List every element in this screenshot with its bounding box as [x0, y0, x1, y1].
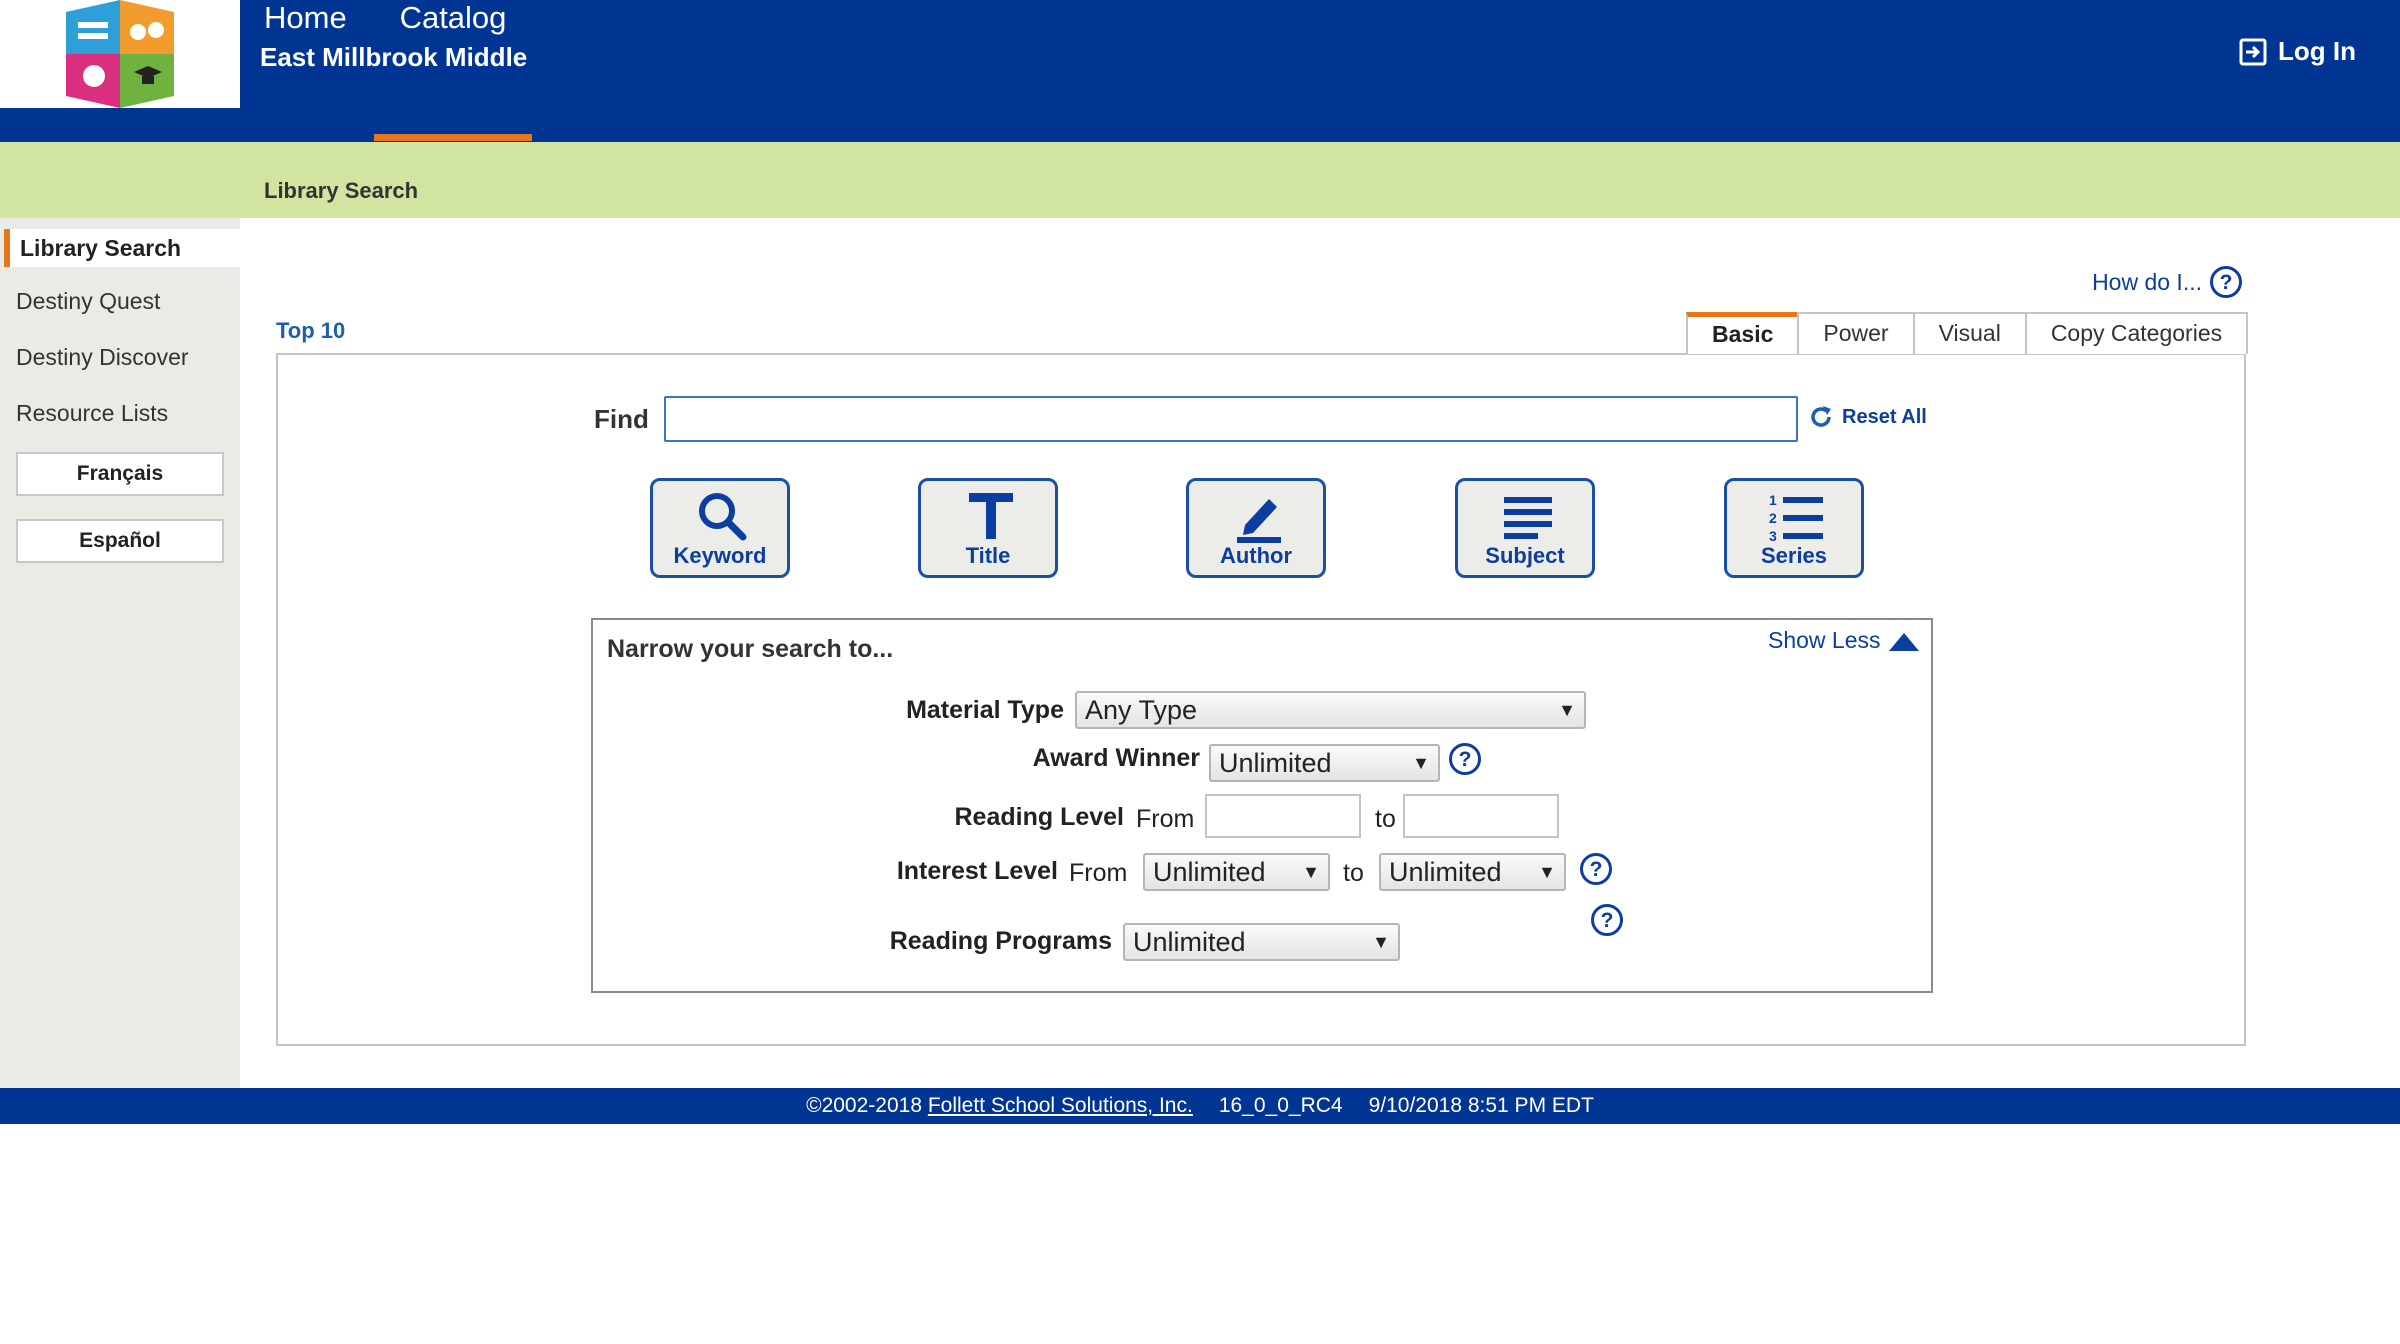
pencil-icon: [1237, 499, 1281, 543]
keyword-label: Keyword: [673, 543, 767, 568]
svg-text:3: 3: [1769, 528, 1777, 544]
narrow-title: Narrow your search to...: [607, 635, 894, 663]
login-label: Log In: [2278, 36, 2356, 66]
material-type-select[interactable]: Any Type ▼: [1075, 691, 1586, 729]
sidebar-item-destiny-quest[interactable]: Destiny Quest: [16, 288, 160, 315]
timestamp-text: 9/10/2018 8:51 PM EDT: [1368, 1094, 1594, 1117]
school-name: East Millbrook Middle: [260, 42, 528, 72]
tab-basic[interactable]: Basic: [1686, 312, 1800, 354]
interest-level-from-select[interactable]: Unlimited ▼: [1143, 853, 1330, 891]
french-button[interactable]: Français: [16, 452, 224, 496]
login-icon: [2239, 38, 2267, 65]
show-less-label: Show Less: [1768, 627, 1881, 653]
help-icon: ?: [2210, 266, 2242, 298]
numbered-list-icon: 1 2 3: [1769, 492, 1823, 544]
award-winner-help-icon[interactable]: ?: [1449, 743, 1481, 775]
material-type-label: Material Type: [906, 696, 1064, 724]
dropdown-arrow-icon: ▼: [1302, 862, 1320, 882]
page-title: Library Search: [264, 178, 419, 203]
title-search-button[interactable]: Title: [918, 478, 1058, 578]
how-do-i-label: How do I...: [2092, 268, 2202, 295]
find-label: Find: [594, 404, 649, 434]
reading-level-from-input[interactable]: [1205, 794, 1361, 838]
search-icon: [699, 493, 747, 541]
reset-all-label: Reset All: [1842, 405, 1927, 428]
reading-programs-select[interactable]: Unlimited ▼: [1123, 923, 1400, 961]
company-link[interactable]: Follett School Solutions, Inc.: [928, 1094, 1193, 1117]
reading-level-to-input[interactable]: [1403, 794, 1559, 838]
top10-link[interactable]: Top 10: [276, 318, 345, 344]
sidebar-item-resource-lists[interactable]: Resource Lists: [16, 400, 168, 427]
subject-lines-icon: [1504, 497, 1552, 539]
interest-level-from-label: From: [1069, 859, 1128, 887]
nav-catalog[interactable]: Catalog: [374, 0, 532, 46]
author-search-button[interactable]: Author: [1186, 478, 1326, 578]
reading-programs-label: Reading Programs: [889, 927, 1112, 955]
reading-level-label: Reading Level: [954, 803, 1125, 831]
sidebar-item-library-search[interactable]: Library Search: [4, 229, 240, 267]
version-text: 16_0_0_RC4: [1218, 1094, 1343, 1117]
title-label: Title: [965, 543, 1011, 568]
tab-copy-categories[interactable]: Copy Categories: [2024, 312, 2249, 354]
login-button[interactable]: Log In: [2238, 36, 2356, 67]
tab-power[interactable]: Power: [1797, 312, 1915, 354]
copyright-text: ©2002-2018: [806, 1094, 922, 1117]
how-do-i-link[interactable]: How do I... ?: [2092, 266, 2242, 298]
interest-level-to-label: to: [1343, 859, 1364, 887]
svg-text:2: 2: [1769, 510, 1777, 526]
dropdown-arrow-icon: ▼: [1558, 700, 1576, 720]
dropdown-arrow-icon: ▼: [1538, 862, 1556, 882]
reset-all-button[interactable]: Reset All: [1808, 404, 1927, 430]
award-winner-select[interactable]: Unlimited ▼: [1209, 744, 1440, 782]
logo-icon: [66, 0, 174, 108]
page: East Millbrook Middle Log In Home Catalo…: [0, 0, 2400, 1344]
search-tabs: Basic Power Visual Copy Categories: [1686, 312, 2249, 354]
subject-search-button[interactable]: Subject: [1455, 478, 1595, 578]
reading-programs-help-icon[interactable]: ?: [1591, 904, 1623, 936]
footer: ©2002-2018 Follett School Solutions, Inc…: [0, 1088, 2400, 1124]
reading-programs-value: Unlimited: [1133, 927, 1246, 957]
school-logo[interactable]: [0, 0, 240, 108]
author-label: Author: [1219, 543, 1293, 568]
svg-text:1: 1: [1769, 492, 1777, 508]
reading-level-from-label: From: [1136, 805, 1195, 833]
interest-level-to-select[interactable]: Unlimited ▼: [1379, 853, 1566, 891]
spanish-button[interactable]: Español: [16, 519, 224, 563]
refresh-icon: [1811, 406, 1831, 427]
keyword-search-button[interactable]: Keyword: [650, 478, 790, 578]
interest-level-to-value: Unlimited: [1389, 857, 1502, 887]
series-label: Series: [1760, 543, 1828, 568]
award-winner-value: Unlimited: [1219, 748, 1332, 778]
dropdown-arrow-icon: ▼: [1412, 753, 1430, 773]
title-icon: [969, 493, 1013, 539]
series-search-button[interactable]: 1 2 3 Series: [1724, 478, 1864, 578]
dropdown-arrow-icon: ▼: [1372, 932, 1390, 952]
caret-up-icon: [1888, 632, 1919, 651]
material-type-value: Any Type: [1085, 695, 1198, 725]
sidebar-item-destiny-discover[interactable]: Destiny Discover: [16, 344, 189, 371]
interest-level-label: Interest Level: [896, 857, 1058, 885]
nav-home[interactable]: Home: [264, 0, 347, 46]
find-input[interactable]: [664, 396, 1798, 442]
show-less-button[interactable]: Show Less: [1768, 627, 1919, 654]
interest-level-help-icon[interactable]: ?: [1580, 853, 1612, 885]
reading-level-to-label: to: [1375, 805, 1396, 833]
nav-active-indicator: [374, 134, 532, 141]
award-winner-label: Award Winner: [1032, 744, 1200, 772]
subject-label: Subject: [1485, 543, 1565, 568]
interest-level-from-value: Unlimited: [1153, 857, 1266, 887]
tab-visual[interactable]: Visual: [1912, 312, 2027, 354]
